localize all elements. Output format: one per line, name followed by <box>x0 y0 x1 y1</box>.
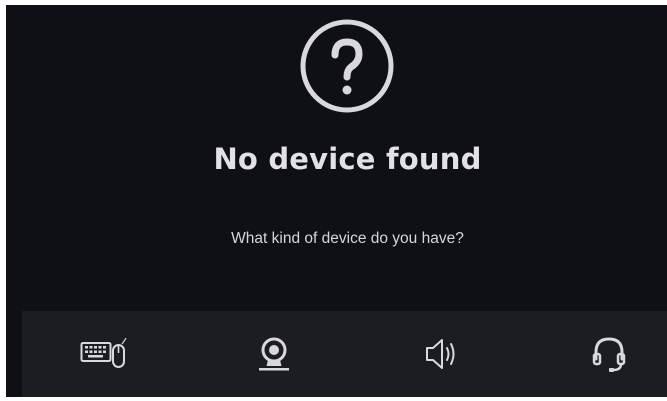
device-type-bar <box>22 311 667 397</box>
page-subtitle: What kind of device do you have? <box>231 230 464 247</box>
webcam-button[interactable] <box>234 311 314 397</box>
headset-icon <box>592 337 626 372</box>
speaker-button[interactable] <box>402 311 482 397</box>
page-title: No device found <box>213 142 482 176</box>
webcam-icon <box>259 337 289 371</box>
keyboard-mouse-button[interactable] <box>66 311 146 397</box>
speaker-icon <box>426 339 455 369</box>
headset-button[interactable] <box>569 311 649 397</box>
question-circle-icon <box>300 19 394 113</box>
keyboard-mouse-icon <box>80 337 127 368</box>
no-device-dialog: No device found What kind of device do y… <box>6 5 667 397</box>
